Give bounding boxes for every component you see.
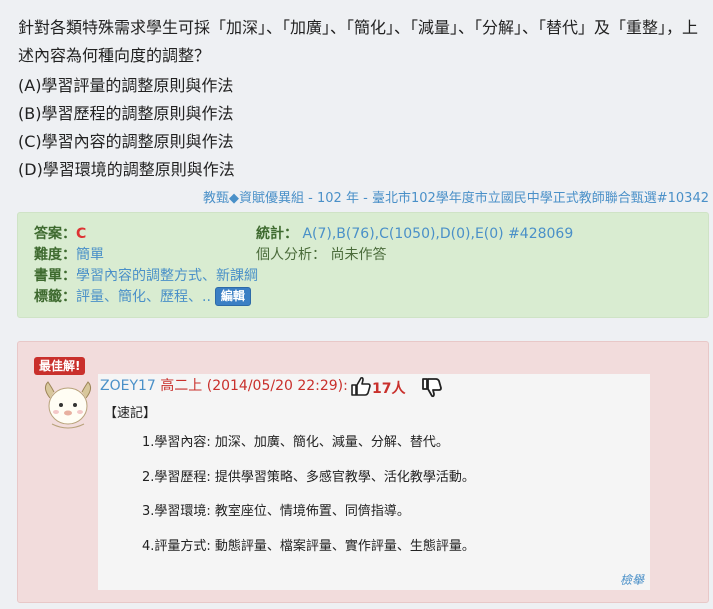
- difficulty-row: 難度：簡單: [34, 245, 104, 265]
- user-avatar[interactable]: [38, 376, 98, 432]
- book-label: 書單：: [34, 268, 76, 284]
- report-link[interactable]: 檢舉: [620, 571, 644, 588]
- tags-links[interactable]: 評量、簡化、歷程、..: [76, 289, 211, 305]
- option-c[interactable]: (C)學習內容的調整原則與作法: [18, 128, 708, 156]
- source-separator: -: [358, 191, 372, 206]
- note-item: 2.學習歷程: 提供學習策略、多感官教學、活化教學活動。: [142, 469, 475, 485]
- tags-label: 標籤：: [34, 289, 76, 305]
- thumbs-up-icon[interactable]: [350, 376, 372, 396]
- book-row: 書單：學習內容的調整方式、新課綱: [34, 266, 258, 286]
- question-source: 教甄◆資賦優異組 - 102 年 - 臺北市102學年度市立國民中學正式教師聯合…: [203, 187, 709, 206]
- option-b[interactable]: (B)學習歷程的調整原則與作法: [18, 100, 708, 128]
- edit-tags-button[interactable]: 編輯: [214, 287, 251, 306]
- note-title: 【速記】: [104, 406, 157, 421]
- question-stem: 針對各類特殊需求學生可採「加深」、「加廣」、「簡化」、「減量」、「分解」、「替代…: [18, 18, 699, 65]
- stats-label: 統計：: [256, 226, 298, 242]
- question-block: 針對各類特殊需求學生可採「加深」、「加廣」、「簡化」、「減量」、「分解」、「替代…: [18, 14, 708, 184]
- source-category-link[interactable]: 教甄◆資賦優異組: [203, 191, 304, 206]
- answer-value: C: [76, 226, 87, 242]
- source-exam-link[interactable]: 臺北市102學年度市立國民中學正式教師聯合甄選#10342: [372, 191, 709, 206]
- answer-header: ZOEY17 高二上 (2014/05/20 22:29):: [100, 377, 348, 395]
- source-year-link[interactable]: 102 年: [317, 191, 359, 206]
- answer-row: 答案：C: [34, 224, 86, 244]
- option-a[interactable]: (A)學習評量的調整原則與作法: [18, 72, 708, 100]
- note-list: 1.學習內容: 加深、加廣、簡化、減量、分解、替代。 2.學習歷程: 提供學習策…: [142, 433, 475, 571]
- answer-label: 答案：: [34, 226, 76, 242]
- thumbs-down-icon[interactable]: [421, 378, 443, 398]
- personal-analysis-row: 個人分析： 尚未作答: [256, 245, 386, 265]
- answer-username[interactable]: ZOEY17: [100, 378, 156, 394]
- note-item: 4.評量方式: 動態評量、檔案評量、實作評量、生態評量。: [142, 538, 475, 554]
- difficulty-label: 難度：: [34, 247, 76, 263]
- stats-row: 統計： A(7),B(76),C(1050),D(0),E(0) #428069: [256, 224, 573, 244]
- book-links[interactable]: 學習內容的調整方式、新課綱: [76, 268, 258, 284]
- note-item: 1.學習內容: 加深、加廣、簡化、減量、分解、替代。: [142, 435, 449, 450]
- personal-value: 尚未作答: [330, 247, 387, 263]
- tags-row: 標籤：評量、簡化、歷程、.. 編輯: [34, 287, 251, 307]
- stats-value[interactable]: A(7),B(76),C(1050),D(0),E(0) #428069: [302, 226, 573, 242]
- like-count: 17人: [372, 381, 406, 397]
- difficulty-value: 簡單: [76, 247, 104, 263]
- answer-grade-time: 高二上 (2014/05/20 22:29):: [160, 378, 348, 394]
- note-item: 3.學習環境: 教室座位、情境佈置、同儕指導。: [142, 504, 410, 519]
- personal-label: 個人分析：: [256, 247, 326, 263]
- option-d[interactable]: (D)學習環境的調整原則與作法: [18, 156, 708, 184]
- best-answer-badge: 最佳解!: [34, 357, 86, 375]
- source-separator: -: [304, 191, 318, 206]
